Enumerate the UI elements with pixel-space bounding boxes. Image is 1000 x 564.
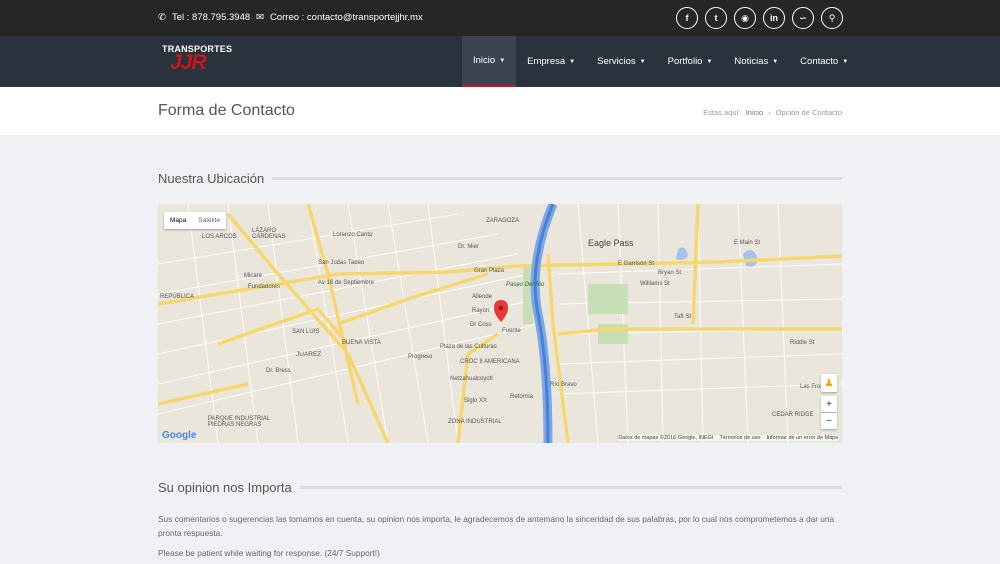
- menu-item-inicio[interactable]: Inicio ▼: [462, 36, 517, 87]
- location-map[interactable]: Eagle Pass Gran Plaza Paseo Del Rio Plaz…: [158, 204, 842, 443]
- main-menu: Inicio ▼ Empresa ▼ Servicios ▼ Portfolio ▼ N…: [462, 36, 859, 87]
- title-divider: [299, 486, 842, 489]
- map-attribution: Datos de mapas ©2016 Google, INEGI Térmi…: [618, 435, 838, 441]
- chevron-down-icon: ▼: [499, 57, 506, 64]
- map-type-control: Mapa Satélite: [164, 212, 226, 229]
- zoom-out-button[interactable]: −: [821, 413, 837, 429]
- menu-item-empresa[interactable]: Empresa ▼: [516, 36, 586, 87]
- opinion-paragraph: Sus comentarios o sugerencias las tomamo…: [158, 514, 835, 538]
- twitter-icon[interactable]: t: [705, 7, 727, 29]
- menu-item-noticias[interactable]: Noticias ▼: [723, 36, 789, 87]
- search-icon[interactable]: ⚲: [821, 7, 843, 29]
- breadcrumb-current: Opción de Contacto: [775, 108, 842, 117]
- social-links: f t ◉ in ∽ ⚲: [676, 7, 843, 29]
- email-info[interactable]: ✉ Correo : contacto@transportejjhr.mx: [256, 12, 423, 23]
- main-navbar: TRANSPORTES JJR Inicio ▼ Empresa ▼ Servici…: [0, 36, 1000, 87]
- top-bar: ✆ Tel : 878.795.3948 ✉ Correo : contacto…: [0, 0, 1000, 36]
- chevron-down-icon: ▼: [569, 58, 576, 65]
- phone-icon: ✆: [158, 12, 166, 23]
- logo[interactable]: TRANSPORTES JJR: [162, 44, 232, 80]
- title-divider: [272, 177, 842, 180]
- breadcrumb-separator: ›: [768, 108, 771, 117]
- chevron-down-icon: ▼: [772, 58, 779, 65]
- menu-item-servicios[interactable]: Servicios ▼: [586, 36, 657, 87]
- page-title: Forma de Contacto: [158, 102, 295, 119]
- zoom-in-button[interactable]: +: [821, 396, 837, 412]
- rss-icon[interactable]: ∽: [792, 7, 814, 29]
- email-text[interactable]: Correo : contacto@transportejjhr.mx: [270, 12, 423, 23]
- linkedin-icon[interactable]: in: [763, 7, 785, 29]
- map-canvas[interactable]: [158, 204, 842, 443]
- map-type-map-button[interactable]: Mapa: [164, 212, 192, 229]
- map-terms-link[interactable]: Términos de uso: [719, 435, 760, 441]
- phone-info: ✆ Tel : 878.795.3948: [158, 12, 250, 23]
- map-report-link[interactable]: Informar de un error de Maps: [766, 435, 838, 441]
- opinion-section-title: Su opinion nos Importa: [158, 480, 842, 495]
- google-logo[interactable]: Google: [162, 430, 196, 441]
- breadcrumb: Estas aquí: Inicio › Opción de Contacto: [703, 108, 842, 117]
- breadcrumb-home-link[interactable]: Inicio: [746, 108, 764, 117]
- map-section-title: Nuestra Ubicación: [158, 171, 842, 186]
- envelope-icon: ✉: [256, 12, 264, 23]
- pegman-icon[interactable]: ♟: [821, 374, 837, 392]
- page-title-bar: Forma de Contacto Estas aquí: Inicio › O…: [0, 87, 1000, 135]
- menu-item-contacto[interactable]: Contacto ▼: [789, 36, 859, 87]
- chevron-down-icon: ▼: [639, 58, 646, 65]
- chevron-down-icon: ▼: [842, 58, 849, 65]
- facebook-icon[interactable]: f: [676, 7, 698, 29]
- menu-item-portfolio[interactable]: Portfolio ▼: [657, 36, 724, 87]
- chevron-down-icon: ▼: [706, 58, 713, 65]
- phone-text: Tel : 878.795.3948: [171, 12, 251, 23]
- support-note: Please be patient while waiting for resp…: [158, 548, 380, 558]
- dribbble-icon[interactable]: ◉: [734, 7, 756, 29]
- map-type-satellite-button[interactable]: Satélite: [192, 212, 226, 229]
